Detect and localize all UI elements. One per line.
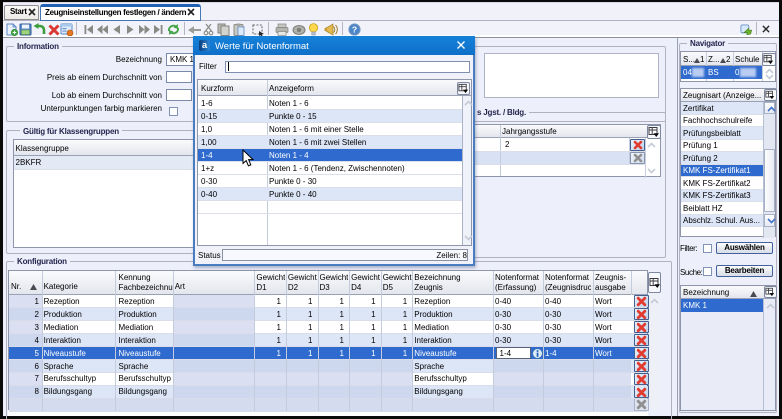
svg-text:?: ? (352, 24, 357, 34)
